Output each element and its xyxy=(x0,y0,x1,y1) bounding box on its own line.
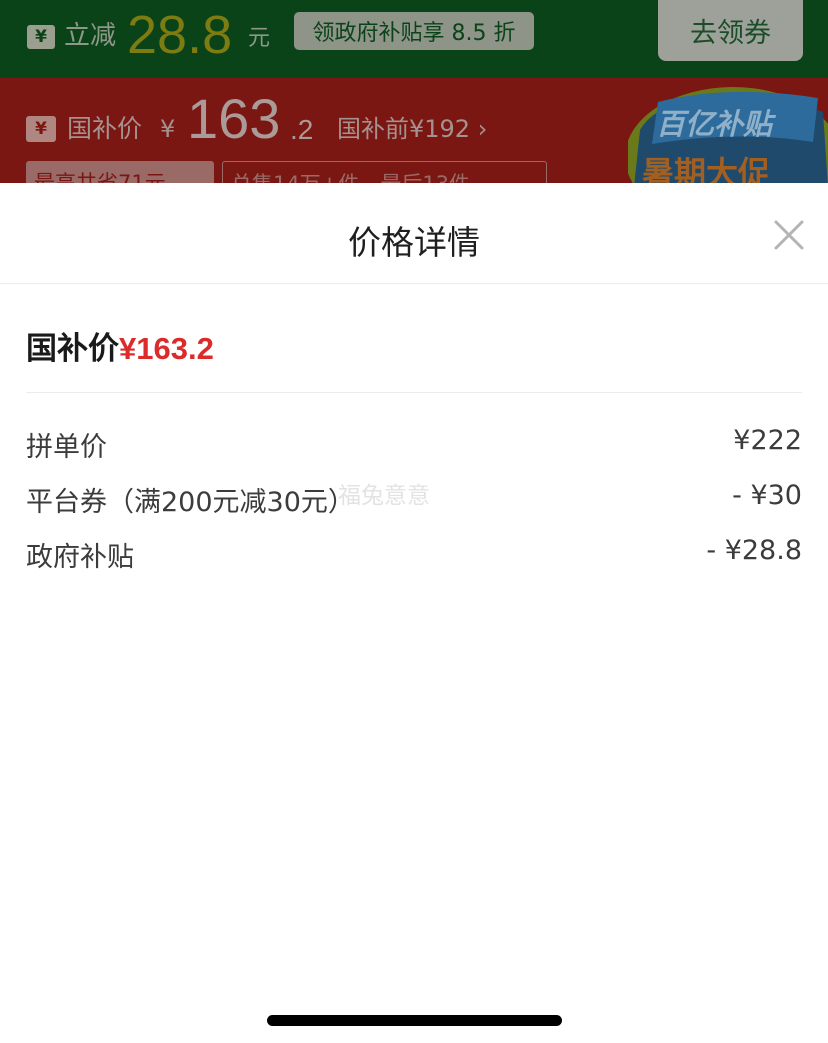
line-item-label: 拼单价 xyxy=(26,432,107,463)
instant-off-label: 立减 xyxy=(64,21,117,51)
promo-line1: 百亿补贴 xyxy=(656,107,777,141)
gov-price-yen: ¥ xyxy=(160,115,176,143)
gov-subsidy-pill[interactable]: 领政府补贴享 8.5 折 xyxy=(294,12,534,50)
sheet-title: 价格详情 xyxy=(348,223,480,262)
yen-ticket-icon: ¥ xyxy=(27,25,55,49)
watermark: 福兔意意 xyxy=(338,483,430,509)
save-tag: 最高共省71元 xyxy=(26,161,214,183)
sheet-header: 价格详情 xyxy=(0,183,828,284)
final-price-label: 国补价 xyxy=(26,331,119,367)
get-coupon-button[interactable]: 去领券 xyxy=(658,0,803,61)
instant-off-value: 28.8 xyxy=(127,5,233,65)
line-item-label: 平台券（满200元减30元） xyxy=(26,487,355,518)
gov-price-label: 国补价 xyxy=(67,114,143,143)
home-indicator[interactable] xyxy=(267,1015,562,1026)
yen-ticket-icon: ¥ xyxy=(26,116,56,142)
final-price-value: ¥163.2 xyxy=(119,331,214,366)
before-subsidy-price[interactable]: 国补前¥192 › xyxy=(337,117,487,141)
line-item-value: - ¥30 xyxy=(732,480,802,511)
gov-price-integer: 163 xyxy=(187,87,281,150)
line-item-value: ¥222 xyxy=(733,425,802,456)
price-detail-sheet: 价格详情 国补价¥163.2 拼单价 ¥222 平台券（满200元减30元） -… xyxy=(0,183,828,1043)
background-product-page: ¥ 立减 28.8 元 领政府补贴享 8.5 折 去领券 ¥ 国补价 ¥ 163… xyxy=(0,0,828,183)
promo-line2: 暑期大促 xyxy=(642,154,770,183)
line-item-gov-subsidy: 政府补贴 - ¥28.8 xyxy=(26,535,802,575)
instant-off-unit: 元 xyxy=(248,26,271,51)
gov-price-decimal: .2 xyxy=(290,114,314,145)
line-item-value: - ¥28.8 xyxy=(706,535,802,566)
line-item-label: 政府补贴 xyxy=(26,542,134,573)
close-icon[interactable] xyxy=(770,216,808,254)
divider xyxy=(26,392,802,393)
line-item-group-price: 拼单价 ¥222 xyxy=(26,425,802,465)
sold-count-tag: 总售14万+件，最后13件 xyxy=(222,161,547,183)
promo-badge-art: 百亿补贴 暑期大促 xyxy=(628,87,828,183)
final-price-row: 国补价¥163.2 xyxy=(26,323,214,368)
chevron-right-icon: › xyxy=(477,115,488,143)
